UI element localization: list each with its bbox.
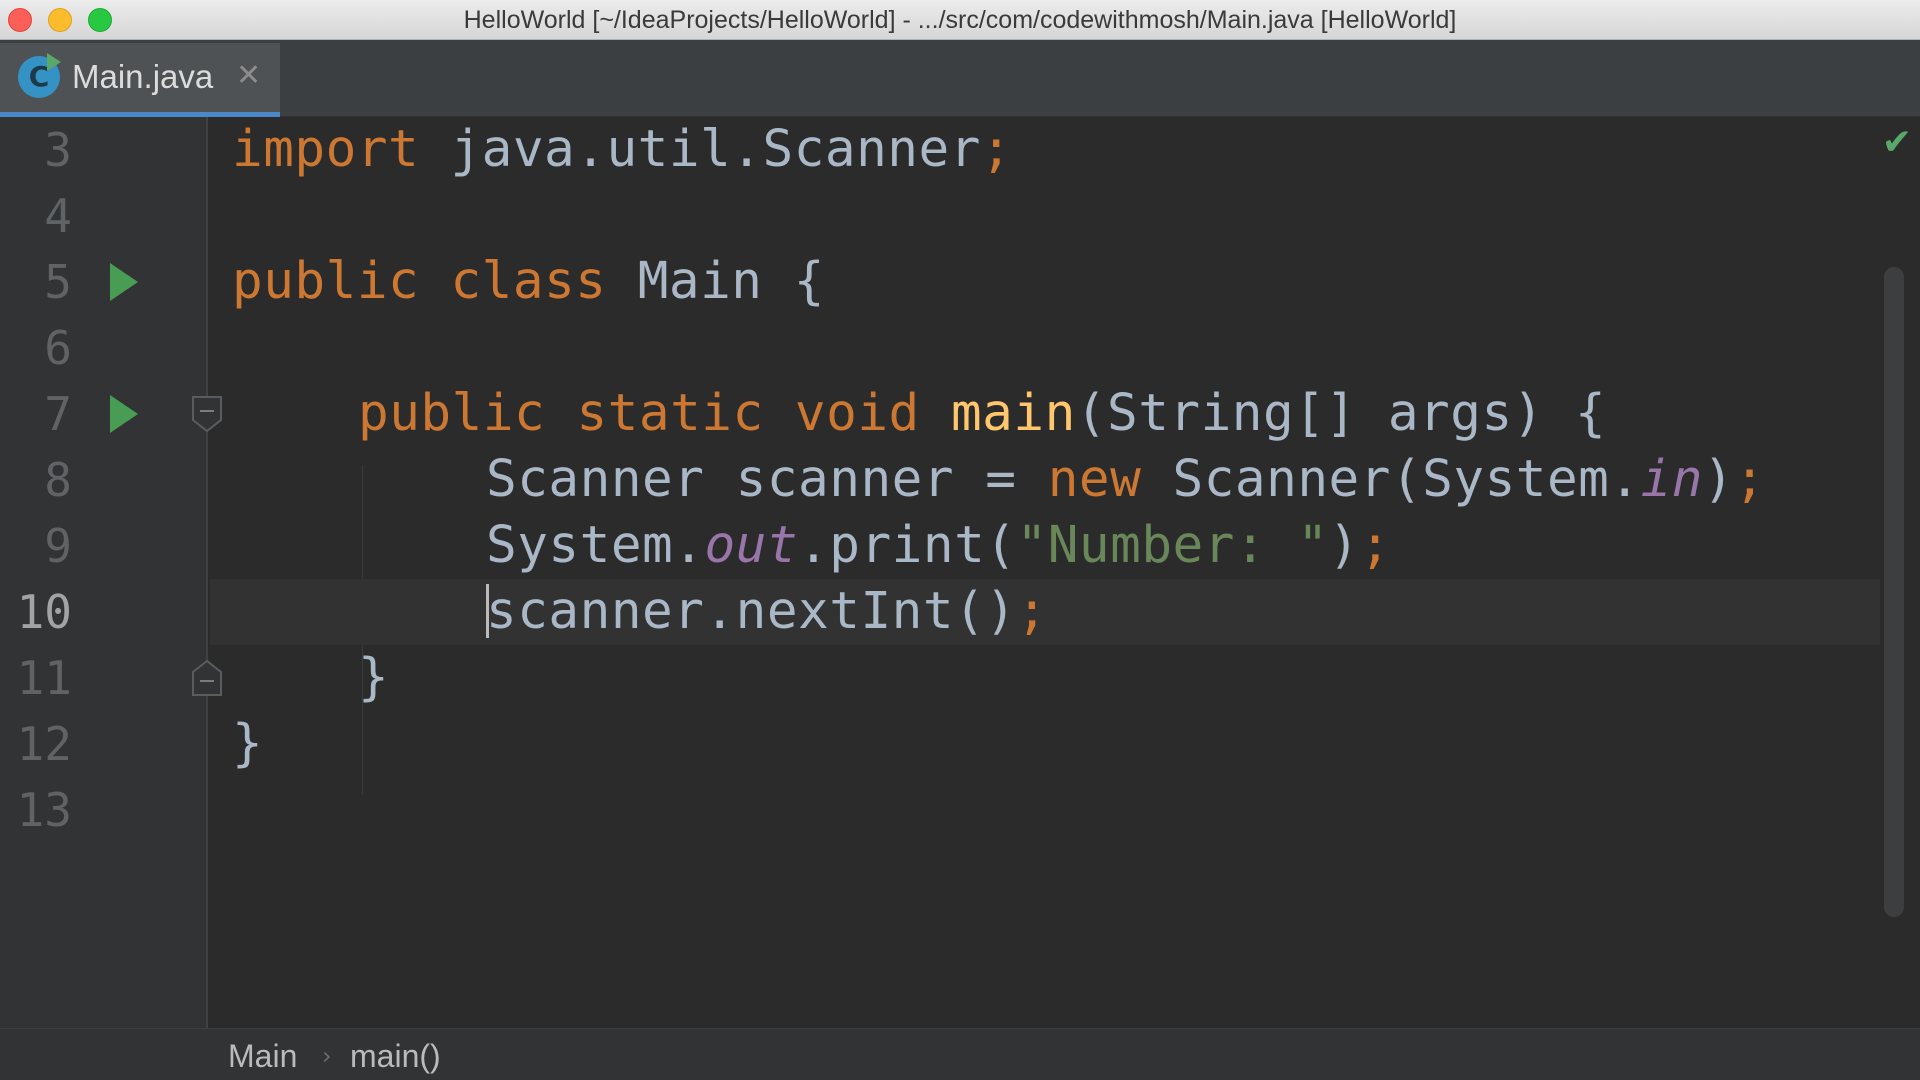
close-tab-icon[interactable]: ✕: [236, 58, 261, 94]
keyword-token: import: [232, 120, 420, 179]
code-line: 12 }: [0, 711, 1880, 777]
run-main-method-icon[interactable]: [110, 395, 138, 433]
line-number: 13: [16, 783, 72, 837]
code-text: public class Main {: [232, 249, 825, 315]
code-token: Main {: [606, 252, 825, 311]
code-text: import java.util.Scanner;: [232, 117, 1012, 183]
code-editor[interactable]: 3 import java.util.Scanner; 4 5 public c…: [0, 117, 1920, 1028]
semicolon-token: ;: [980, 120, 1013, 179]
title-bar: HelloWorld [~/IdeaProjects/HelloWorld] -…: [0, 0, 1920, 40]
fold-end-icon[interactable]: [192, 660, 222, 696]
keyword-token: new: [1047, 450, 1142, 509]
code-token: scanner.nextInt(): [486, 582, 1017, 641]
keyword-token: public: [358, 384, 546, 443]
code-token: System.: [486, 516, 705, 575]
code-line: 9 System.out.print("Number: ");: [0, 513, 1880, 579]
semicolon-token: ;: [1734, 450, 1766, 509]
code-line: 5 public class Main {: [0, 249, 1880, 315]
vertical-scrollbar[interactable]: [1884, 267, 1904, 917]
keyword-token: static: [576, 384, 764, 443]
check-icon[interactable]: ✔: [1882, 123, 1912, 163]
code-token: Scanner(System.: [1141, 450, 1641, 509]
breadcrumb-item-method[interactable]: main(): [350, 1029, 441, 1080]
code-token: (String[] args) {: [1075, 384, 1607, 443]
code-line: 8 Scanner scanner = new Scanner(System.i…: [0, 447, 1880, 513]
code-line-current: 10 scanner.nextInt();: [0, 579, 1880, 645]
line-number: 4: [44, 189, 72, 243]
runnable-badge-icon: [47, 53, 61, 71]
tab-label: Main.java: [72, 58, 214, 95]
line-number: 9: [44, 519, 72, 573]
code-text: scanner.nextInt();: [486, 579, 1048, 645]
code-text: }: [232, 711, 263, 777]
keyword-token: public: [232, 252, 420, 311]
code-line: 6: [0, 315, 1880, 381]
line-number: 6: [44, 321, 72, 375]
semicolon-token: ;: [1016, 582, 1048, 641]
code-line: 7 public static void main(String[] args)…: [0, 381, 1880, 447]
code-token: }: [358, 648, 390, 707]
line-number: 7: [44, 387, 72, 441]
code-token: Scanner scanner =: [486, 450, 1048, 509]
text-caret: [486, 584, 489, 638]
string-literal-token: "Number: ": [1016, 516, 1329, 575]
code-token: .print(: [798, 516, 1017, 575]
run-class-icon[interactable]: [110, 263, 138, 301]
static-field-token: out: [704, 516, 799, 575]
code-line: 11 }: [0, 645, 1880, 711]
code-token: ): [1703, 450, 1735, 509]
line-number: 3: [44, 123, 72, 177]
code-line: 4: [0, 183, 1880, 249]
keyword-token: void: [794, 384, 920, 443]
code-text: }: [358, 645, 389, 711]
line-number: 10: [16, 585, 72, 639]
line-number: 8: [44, 453, 72, 507]
breadcrumb-separator: ›: [322, 1042, 332, 1070]
code-text: System.out.print("Number: ");: [486, 513, 1391, 579]
code-token: java.util.Scanner: [419, 120, 981, 179]
tab-main-java[interactable]: C Main.java ✕: [0, 43, 280, 117]
line-number: 5: [44, 255, 72, 309]
keyword-token: class: [450, 252, 607, 311]
code-line: 3 import java.util.Scanner;: [0, 117, 1880, 183]
code-line: 13: [0, 777, 1880, 843]
code-token: }: [232, 714, 264, 773]
editor-tab-bar: C Main.java ✕: [0, 40, 1920, 117]
static-field-token: in: [1640, 450, 1704, 509]
code-token: ): [1328, 516, 1360, 575]
breadcrumb-item-class[interactable]: Main: [228, 1029, 297, 1080]
code-text: public static void main(String[] args) {: [358, 381, 1606, 447]
method-name-token: main: [950, 384, 1076, 443]
window-title: HelloWorld [~/IdeaProjects/HelloWorld] -…: [463, 6, 1457, 34]
semicolon-token: ;: [1359, 516, 1391, 575]
fold-start-icon[interactable]: [192, 396, 222, 432]
code-text: Scanner scanner = new Scanner(System.in)…: [486, 447, 1765, 513]
line-number: 11: [16, 651, 72, 705]
breadcrumb: Main › main(): [0, 1028, 1920, 1080]
line-number: 12: [16, 717, 72, 771]
